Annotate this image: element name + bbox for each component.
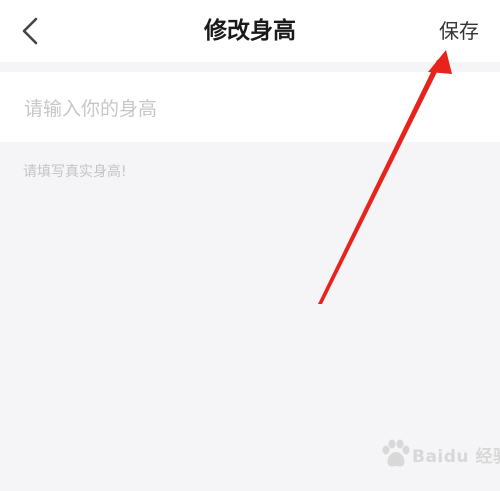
baidu-watermark: Baidu 经验 [380,436,500,476]
watermark-text: Baidu 经验 [412,447,500,467]
paw-logo-icon [382,439,410,467]
arrow-shaft [318,60,442,304]
annotation-arrow [318,50,452,304]
arrow-head [428,50,452,74]
